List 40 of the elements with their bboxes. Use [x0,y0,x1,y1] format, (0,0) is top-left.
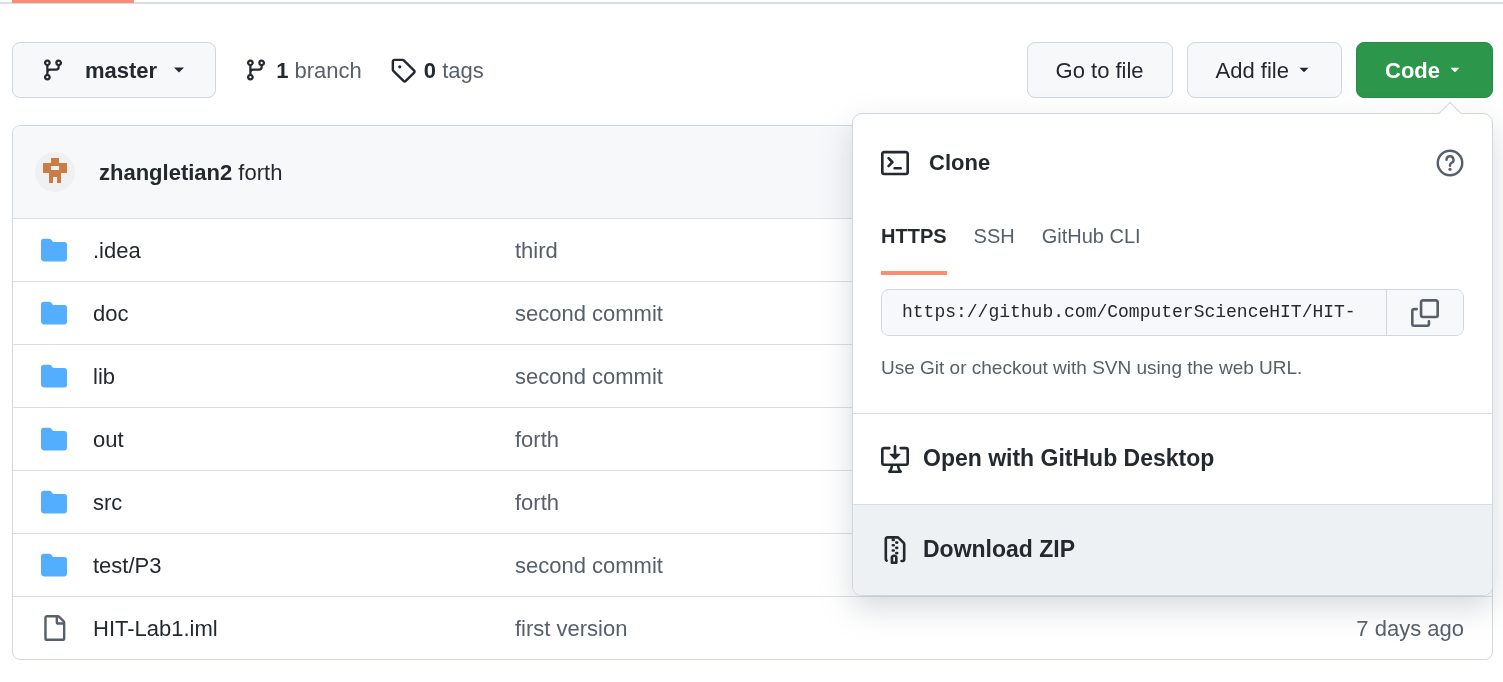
file-name-link[interactable]: doc [93,296,515,330]
branch-count-link[interactable]: 1 branch [244,53,362,87]
terminal-icon [881,148,909,177]
branch-selector[interactable]: master [12,42,217,98]
clone-hint: Use Git or checkout with SVN using the web URL. [880,356,1304,380]
add-file-button[interactable]: Add file [1186,42,1342,98]
code-button[interactable]: Code [1356,42,1493,98]
copy-icon [1411,298,1439,327]
protocol-tab[interactable]: HTTPS [881,221,947,275]
file-icon [41,615,67,641]
tag-icon [389,57,416,83]
go-to-file-button[interactable]: Go to file [1026,42,1173,98]
folder-icon [41,489,67,515]
desktop-download-icon [881,444,909,473]
file-name-link[interactable]: HIT-Lab1.iml [93,611,515,645]
file-name-link[interactable]: .idea [93,233,515,267]
open-desktop-menu-item[interactable]: Open with GitHub Desktop [853,412,1492,504]
file-name-link[interactable]: test/P3 [93,548,515,582]
file-name-link[interactable]: out [93,422,515,456]
folder-icon [41,237,67,263]
protocol-tab[interactable]: SSH [973,221,1015,275]
folder-icon [41,552,67,578]
clone-title: Clone [929,149,992,177]
avatar-icon [35,152,75,192]
branch-name: master [85,56,158,85]
commit-message-link[interactable]: first version [515,611,1357,645]
clone-url-field[interactable]: https://github.com/ComputerScienceHIT/HIT- [881,289,1464,336]
tags-count-link[interactable]: 0 tags [389,53,484,87]
branch-icon [41,58,65,82]
folder-icon [41,300,67,326]
file-name-link[interactable]: src [93,485,515,519]
file-name-link[interactable]: lib [93,359,515,393]
commit-time: 7 days ago [1356,614,1464,643]
download-zip-menu-item[interactable]: Download ZIP [853,503,1492,595]
folder-icon [41,426,67,452]
folder-icon [41,363,67,389]
copy-button[interactable] [1386,290,1463,335]
protocol-tab[interactable]: GitHub CLI [1041,221,1141,275]
help-icon[interactable] [1436,148,1464,177]
commit-summary: zhangletian2 forth [99,158,283,187]
